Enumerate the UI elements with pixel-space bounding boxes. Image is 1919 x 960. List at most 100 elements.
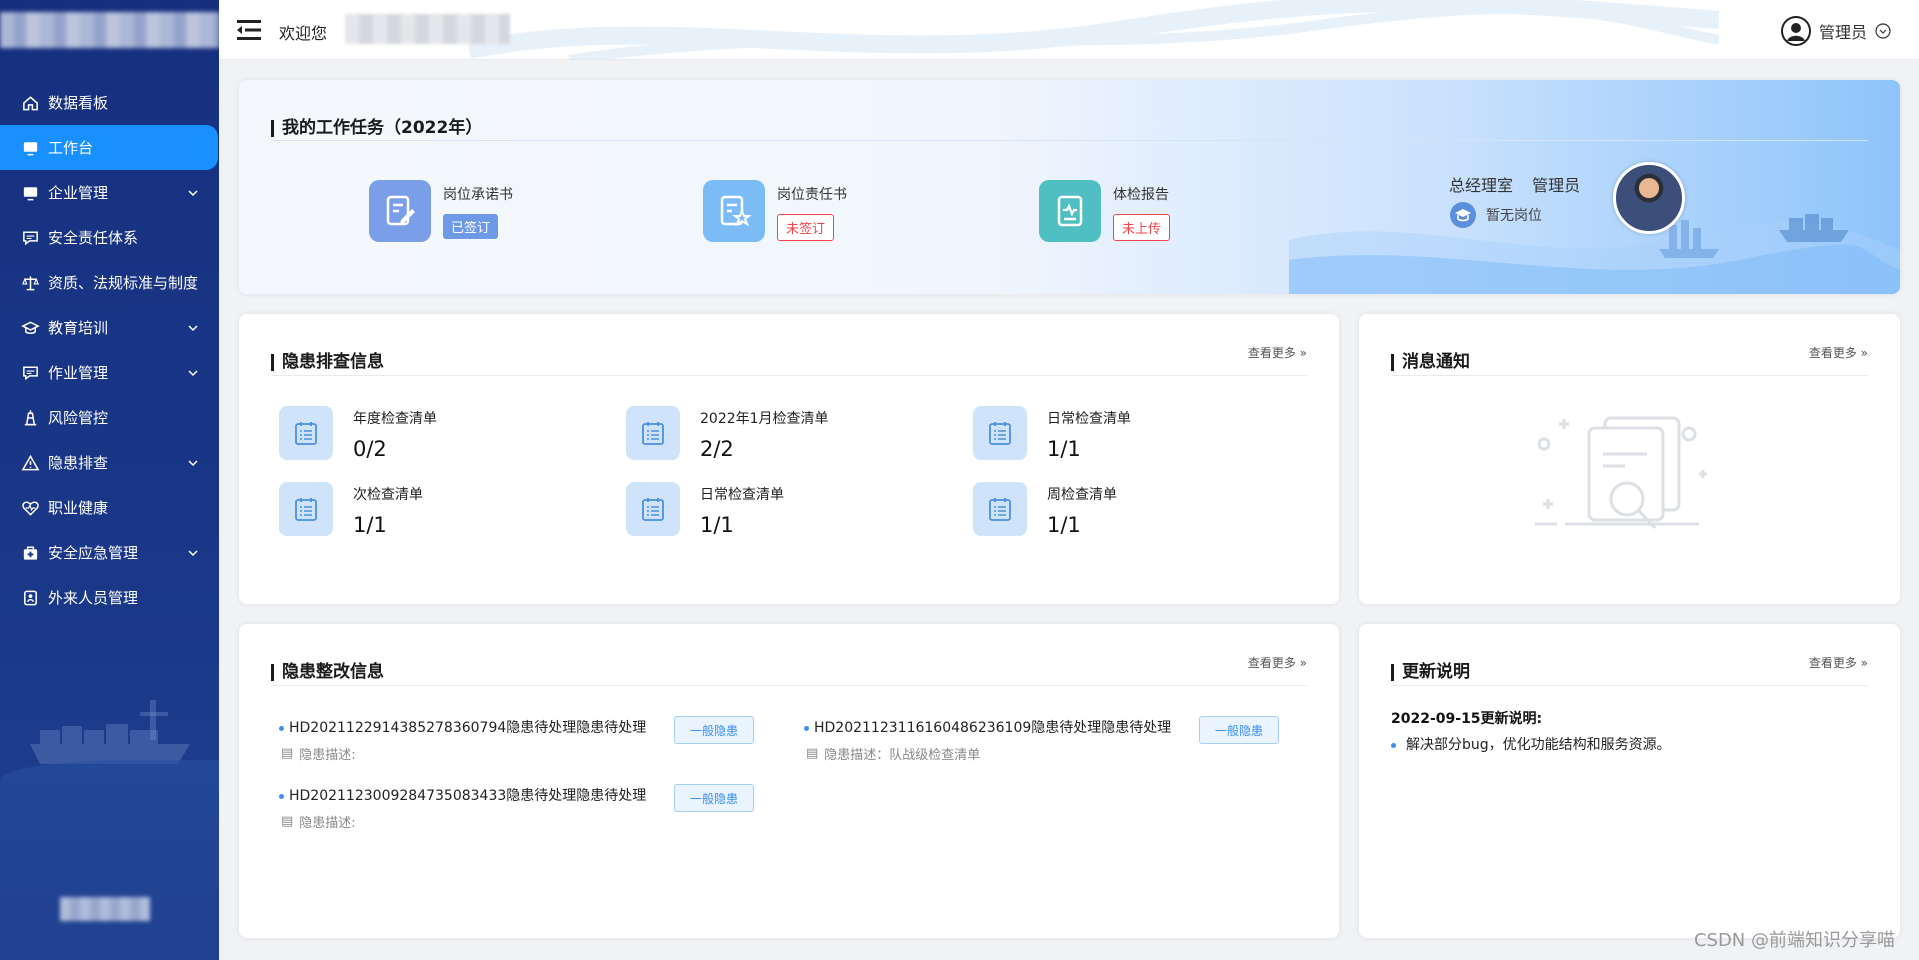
hazard-level-tag[interactable]: 一般隐患	[674, 784, 754, 812]
task-health-report[interactable]: 体检报告 未上传	[1039, 180, 1171, 242]
inspection-card: 隐患排查信息 查看更多 » 年度检查清单 0/2 2022年1月检查清单 2/2 日常检…	[239, 314, 1339, 604]
sidebar-item-5[interactable]: 教育培训	[0, 305, 219, 350]
stat-label: 日常检查清单	[1047, 411, 1131, 427]
stat-value: 2/2	[700, 437, 734, 461]
inspection-stat[interactable]: 日常检查清单 1/1	[626, 482, 784, 537]
task-label: 岗位承诺书	[443, 187, 513, 203]
sidebar-item-label: 作业管理	[48, 364, 109, 382]
sidebar-item-1[interactable]: 工作台	[0, 125, 218, 170]
hazard-level-tag[interactable]: 一般隐患	[674, 716, 754, 744]
task-status-badge: 已签订	[443, 214, 499, 239]
chevron-down-circle-icon	[1875, 23, 1891, 39]
chat-icon	[21, 363, 40, 382]
graduation-icon	[21, 318, 40, 337]
sidebar-item-label: 外来人员管理	[48, 589, 139, 607]
sidebar-item-label: 风险管控	[48, 409, 109, 427]
monitor-icon	[21, 183, 40, 202]
more-label: 查看更多	[1247, 346, 1296, 360]
rectification-item-desc: ▤ 隐患描述：队战级检查清单	[806, 744, 980, 763]
title-divider	[1391, 685, 1868, 686]
tower-icon	[21, 408, 40, 427]
rectification-item-code[interactable]: HD202112311616048623610​9隐患待处理隐患待处理	[804, 717, 1171, 737]
double-chevron-right-icon: »	[1860, 656, 1868, 670]
monitor-icon	[21, 138, 40, 157]
rectification-item-code[interactable]: HD202112291438527836079​4隐患待处理隐患待处理	[279, 717, 646, 737]
sidebar-item-4[interactable]: 资质、法规标准与制度	[0, 260, 219, 305]
user-name: 管理员	[1818, 23, 1867, 42]
sidebar-item-9[interactable]: 职业健康	[0, 485, 219, 530]
stat-value: 1/1	[1047, 437, 1081, 461]
item-code-text: HD2021123009284735083433隐患待处理隐患待处理	[289, 788, 647, 804]
inspection-stat[interactable]: 次检查清单 1/1	[279, 482, 423, 537]
sidebar-item-11[interactable]: 外来人员管理	[0, 575, 219, 620]
avatar	[1613, 162, 1685, 234]
scale-icon	[21, 273, 40, 292]
rectification-item-code[interactable]: HD2021123009284735083433隐患待处理隐患待处理	[279, 785, 646, 805]
rectification-more-link[interactable]: 查看更多 »	[1248, 654, 1307, 671]
more-label: 查看更多	[1247, 656, 1296, 670]
notice-card: 消息通知 查看更多 »	[1359, 314, 1900, 604]
sidebar-item-6[interactable]: 作业管理	[0, 350, 219, 395]
stat-value: 1/1	[353, 513, 387, 537]
sidebar-item-2[interactable]: 企业管理	[0, 170, 219, 215]
task-status-badge: 未签订	[777, 214, 835, 241]
position-text: 暂无岗位	[1486, 208, 1542, 224]
sidebar-item-label: 资质、法规标准与制度	[48, 274, 199, 292]
sidebar-item-label: 数据看板	[48, 94, 109, 112]
user-menu[interactable]: 管理员	[1780, 16, 1891, 46]
title-divider	[1391, 375, 1868, 376]
sidebar-item-0[interactable]: 数据看板	[0, 80, 219, 125]
desc-text: 隐患描述:	[299, 816, 356, 831]
rectification-item-desc: ▤ 隐患描述:	[281, 744, 356, 763]
sidebar-item-7[interactable]: 风险管控	[0, 395, 219, 440]
sidebar-item-8[interactable]: 隐患排查	[0, 440, 219, 485]
sidebar: 数据看板工作台 企业管理安全责任体系资质、法规标准与制度 教育培训作业管理风险管控隐…	[0, 0, 219, 960]
menu-fold-icon[interactable]	[237, 19, 261, 41]
sidebar-item-3[interactable]: 安全责任体系	[0, 215, 219, 260]
task-label: 岗位责任书	[777, 187, 847, 203]
inspection-more-link[interactable]: 查看更多 »	[1248, 344, 1307, 361]
chevron-down-icon	[187, 365, 199, 383]
task-responsibility[interactable]: 岗位责任书 未签订	[703, 180, 847, 242]
hazard-level-tag[interactable]: 一般隐患	[1199, 716, 1279, 744]
notice-more-link[interactable]: 查看更多 »	[1809, 344, 1868, 361]
sidebar-item-label: 安全责任体系	[48, 229, 139, 247]
heartbeat-icon	[21, 498, 40, 517]
stat-value: 1/1	[1047, 513, 1081, 537]
updates-more-link[interactable]: 查看更多 »	[1809, 654, 1868, 671]
sidebar-item-label: 教育培训	[48, 319, 109, 337]
stat-value: 0/2	[353, 437, 387, 461]
rectification-title: 隐患整改信息	[271, 664, 384, 681]
welcome-text: 欢迎您	[279, 24, 328, 43]
watermark: CSDN @前端知识分享喵	[1693, 930, 1895, 951]
checklist-icon	[626, 406, 680, 460]
bullet-dot	[279, 793, 284, 799]
wave-decoration	[0, 760, 219, 960]
inspection-stat[interactable]: 2022年1月检查清单 2/2	[626, 406, 829, 461]
logo	[0, 12, 219, 48]
stat-label: 周检查清单	[1047, 487, 1117, 503]
double-chevron-right-icon: »	[1860, 346, 1868, 360]
checklist-icon	[973, 482, 1027, 536]
stat-value: 1/1	[700, 513, 734, 537]
empty-document-search-icon	[1535, 416, 1707, 530]
checklist-icon	[279, 406, 333, 460]
rectification-card: 隐患整改信息 查看更多 » HD202112291438527836079​4隐…	[239, 624, 1339, 938]
update-item-text: 解决部分bug，优化功能结构和服务资源。	[1406, 737, 1671, 753]
bullet-dot	[1391, 742, 1396, 748]
title-divider	[271, 685, 1307, 686]
inspection-stat[interactable]: 周检查清单 1/1	[973, 482, 1117, 537]
work-tasks-card: 我的工作任务（2022年） 岗位承诺书 已签订 岗位责任书 未签订 体检报告 未…	[239, 80, 1900, 294]
sidebar-item-10[interactable]: 安全应急管理	[0, 530, 219, 575]
inspection-stat[interactable]: 日常检查清单 1/1	[973, 406, 1131, 461]
sidebar-item-label: 隐患排查	[48, 454, 109, 472]
company-name-redacted	[345, 14, 510, 44]
task-commitment[interactable]: 岗位承诺书 已签订	[369, 180, 513, 242]
inspection-title: 隐患排查信息	[271, 354, 384, 371]
inspection-stat[interactable]: 年度检查清单 0/2	[279, 406, 437, 461]
profile-position: 暂无岗位	[1450, 202, 1542, 228]
top-bar: 欢迎您 管理员	[219, 0, 1919, 60]
header-wave-decoration	[469, 0, 1719, 59]
desc-text: 隐患描述：队战级检查清单	[824, 748, 981, 763]
calendar-icon: ▤	[806, 746, 819, 761]
